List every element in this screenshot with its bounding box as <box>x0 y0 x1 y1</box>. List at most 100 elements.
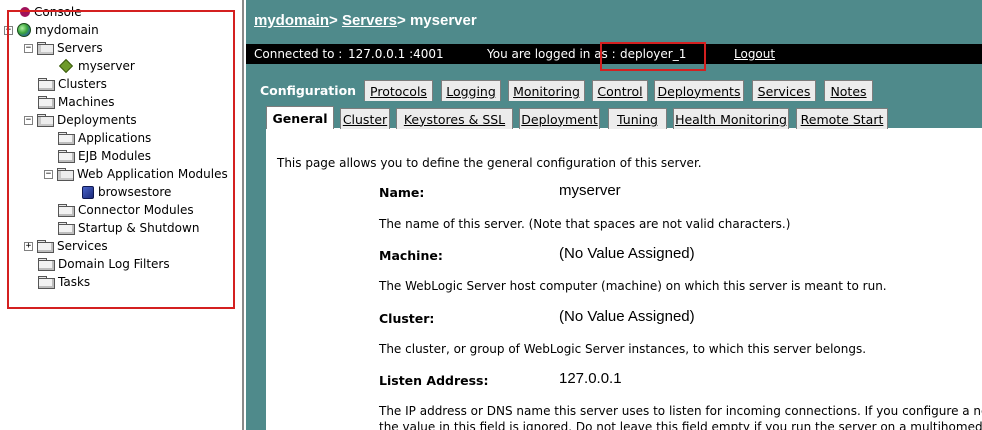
tree-item-deployments[interactable]: − Deployments <box>24 111 137 129</box>
tree-item-label: Domain Log Filters <box>58 257 170 271</box>
collapse-toggle-icon[interactable]: − <box>4 25 13 35</box>
subtab-label: Cluster <box>342 111 388 127</box>
subtab-tuning[interactable]: Tuning <box>608 108 667 129</box>
tree-item-label: Console <box>34 5 82 19</box>
folder-icon <box>38 96 55 109</box>
tree-item-machines[interactable]: Machines <box>38 93 114 111</box>
tab-control[interactable]: Control <box>592 80 648 101</box>
tree-item-label: Clusters <box>58 77 107 91</box>
machine-label: Machine: <box>379 248 443 263</box>
tab-monitoring[interactable]: Monitoring <box>508 80 585 101</box>
tab-label: Protocols <box>370 83 427 99</box>
tree-item-label: Machines <box>58 95 115 109</box>
tab-deployments[interactable]: Deployments <box>654 80 744 101</box>
tree-item-web-application-modules[interactable]: − Web Application Modules <box>44 165 228 183</box>
subtab-health-monitoring[interactable]: Health Monitoring <box>673 108 789 129</box>
tree-item-domain-log-filters[interactable]: Domain Log Filters <box>38 255 170 273</box>
cluster-value: (No Value Assigned) <box>559 308 695 325</box>
machine-help-text: The WebLogic Server host computer (machi… <box>379 279 887 293</box>
connected-label: Connected to : <box>254 47 343 61</box>
tree-item-label: Tasks <box>58 275 91 289</box>
tree-item-label: Servers <box>57 41 103 55</box>
tree-item-clusters[interactable]: Clusters <box>38 75 107 93</box>
folder-open-icon <box>37 114 54 127</box>
subtab-label: Keystores & SSL <box>403 111 506 127</box>
collapse-toggle-icon[interactable]: − <box>24 115 33 125</box>
tree-item-label: myserver <box>78 59 135 73</box>
tab-logging[interactable]: Logging <box>441 80 501 101</box>
subtab-label: General <box>272 110 328 126</box>
tree-item-servers[interactable]: − Servers <box>24 39 103 57</box>
breadcrumb-domain-link[interactable]: mydomain <box>254 12 329 29</box>
tree-item-browsestore[interactable]: browsestore <box>82 183 171 201</box>
subtab-cluster[interactable]: Cluster <box>340 108 390 129</box>
subtab-label: Tuning <box>617 111 658 127</box>
folder-icon <box>58 132 75 145</box>
navigation-tree: Console − mydomain − Servers myserver Cl… <box>0 0 244 430</box>
intro-text: This page allows you to define the gener… <box>277 156 702 170</box>
tree-item-console[interactable]: Console <box>20 3 82 21</box>
folder-icon <box>38 276 55 289</box>
machine-value: (No Value Assigned) <box>559 245 695 262</box>
tab-protocols[interactable]: Protocols <box>364 80 433 101</box>
configuration-panel: This page allows you to define the gener… <box>258 105 982 430</box>
tree-item-label: browsestore <box>98 185 172 199</box>
tab-label: Services <box>757 83 811 99</box>
breadcrumb-separator: > <box>397 12 406 29</box>
tree-item-label: Web Application Modules <box>77 167 228 181</box>
name-help-text: The name of this server. (Note that spac… <box>379 217 791 231</box>
name-value: myserver <box>559 182 621 199</box>
cluster-label: Cluster: <box>379 311 435 326</box>
tree-item-connector-modules[interactable]: Connector Modules <box>58 201 194 219</box>
tree-item-label: Connector Modules <box>78 203 194 217</box>
tree-item-services[interactable]: + Services <box>24 237 108 255</box>
breadcrumb-separator: > <box>329 12 338 29</box>
collapse-toggle-icon[interactable]: − <box>24 43 33 53</box>
tree-item-tasks[interactable]: Tasks <box>38 273 90 291</box>
tree-item-myserver[interactable]: myserver <box>58 57 135 75</box>
listen-address-help-text: the value in this field is ignored. Do n… <box>379 420 982 430</box>
tab-label: Configuration <box>259 82 357 98</box>
tree-item-ejb-modules[interactable]: EJB Modules <box>58 147 151 165</box>
subtab-deployment[interactable]: Deployment <box>519 108 600 129</box>
subtab-label: Deployment <box>521 111 598 127</box>
folder-icon <box>58 204 75 217</box>
breadcrumb-current: myserver <box>409 12 477 29</box>
folder-icon <box>37 240 54 253</box>
logged-in-user: deployer_1 <box>620 47 687 61</box>
listen-address-value: 127.0.0.1 <box>559 370 622 387</box>
subtab-remote-start[interactable]: Remote Start <box>796 108 888 129</box>
domain-globe-icon <box>17 23 31 37</box>
tab-notes[interactable]: Notes <box>824 80 873 101</box>
tree-item-label: Startup & Shutdown <box>78 221 200 235</box>
subtab-label: Remote Start <box>800 111 884 127</box>
listen-address-label: Listen Address: <box>379 373 489 388</box>
name-label: Name: <box>379 185 425 200</box>
subtab-label: Health Monitoring <box>675 111 787 127</box>
tree-item-label: Deployments <box>57 113 137 127</box>
subtab-general[interactable]: General <box>266 106 334 129</box>
tree-item-domain[interactable]: − mydomain <box>4 21 99 39</box>
connected-address: 127.0.0.1 :4001 <box>348 47 444 61</box>
general-form: This page allows you to define the gener… <box>266 128 982 430</box>
main-content: mydomain> Servers> myserver Connected to… <box>246 0 982 430</box>
server-icon <box>58 58 74 74</box>
tab-configuration[interactable]: Configuration <box>258 78 358 102</box>
cluster-help-text: The cluster, or group of WebLogic Server… <box>379 342 867 356</box>
tree-item-startup-shutdown[interactable]: Startup & Shutdown <box>58 219 199 237</box>
console-icon <box>20 7 30 17</box>
collapse-toggle-icon[interactable]: − <box>44 169 53 179</box>
folder-icon <box>58 222 75 235</box>
subtab-keystores-ssl[interactable]: Keystores & SSL <box>396 108 513 129</box>
web-app-icon <box>82 185 94 199</box>
folder-open-icon <box>57 168 74 181</box>
tab-services[interactable]: Services <box>752 80 816 101</box>
tab-label: Control <box>597 83 643 99</box>
listen-address-help-text: The IP address or DNS name this server u… <box>379 404 982 418</box>
breadcrumb-servers-link[interactable]: Servers <box>342 12 397 29</box>
tree-item-applications[interactable]: Applications <box>58 129 151 147</box>
logout-link[interactable]: Logout <box>734 47 775 61</box>
expand-toggle-icon[interactable]: + <box>24 241 33 251</box>
folder-icon <box>58 150 75 163</box>
tab-label: Notes <box>830 83 867 99</box>
